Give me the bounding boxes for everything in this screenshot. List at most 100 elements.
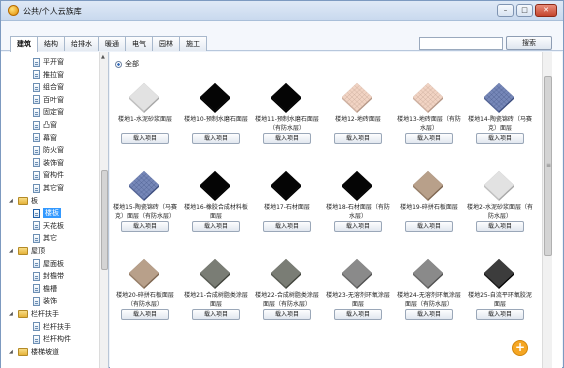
load-into-project-button[interactable]: 载入项目 <box>476 133 524 144</box>
load-into-project-button[interactable]: 载入项目 <box>405 133 453 144</box>
tree-folder[interactable]: ◢ 板 <box>9 195 38 207</box>
family-card[interactable]: 楼地24-无溶剂环氧涂层面层（有防水层） 载入项目 <box>396 250 462 328</box>
tree-item[interactable]: 平开窗 <box>33 56 64 68</box>
tree-item[interactable]: 推拉窗 <box>33 69 64 81</box>
tree-item[interactable]: 其它 <box>33 232 57 244</box>
floor-preview-icon <box>198 80 232 114</box>
tree-item[interactable]: 楼板 <box>33 207 61 219</box>
minimize-button[interactable]: – <box>497 4 514 17</box>
expand-arrow-icon[interactable]: ◢ <box>9 311 16 317</box>
tree-item[interactable]: 防火窗 <box>33 144 64 156</box>
tree-scroll-thumb[interactable] <box>101 170 108 270</box>
family-card[interactable]: 楼地16-橡胶合成材料板面层 载入项目 <box>183 162 249 240</box>
load-into-project-button[interactable]: 载入项目 <box>476 309 524 320</box>
tree-item[interactable]: 栏杆构件 <box>33 333 71 345</box>
load-into-project-button[interactable]: 载入项目 <box>192 221 240 232</box>
family-card[interactable]: 楼地13-地砖面层（有防水层） 载入项目 <box>396 74 462 152</box>
load-into-project-button[interactable]: 载入项目 <box>121 309 169 320</box>
load-into-project-button[interactable]: 载入项目 <box>263 221 311 232</box>
family-file-icon <box>33 183 40 193</box>
tree-item[interactable]: 百叶窗 <box>33 94 64 106</box>
family-card[interactable]: 楼地19-碎拼石板面层 载入项目 <box>396 162 462 240</box>
tab-4[interactable]: 电气 <box>126 36 153 51</box>
expand-arrow-icon[interactable]: ◢ <box>9 248 16 254</box>
tree-label: 楼梯坡道 <box>31 347 59 356</box>
floor-preview-icon <box>482 168 516 202</box>
tab-2[interactable]: 给排水 <box>65 36 99 51</box>
tree-item[interactable]: 其它窗 <box>33 182 64 194</box>
gallery-scrollbar[interactable]: ≡ <box>542 52 552 368</box>
scroll-up-icon[interactable]: ▲ <box>101 54 105 60</box>
load-into-project-button[interactable]: 载入项目 <box>476 221 524 232</box>
tree-label: 推拉窗 <box>43 70 64 79</box>
family-card[interactable]: 楼地2-水泥砂浆面层（有防水层） 载入项目 <box>467 162 533 240</box>
load-into-project-button[interactable]: 载入项目 <box>405 221 453 232</box>
filter-all[interactable]: 全部 <box>115 59 139 69</box>
family-card[interactable]: 楼地15-陶瓷锦砖（马赛克）面层（有防水层） 载入项目 <box>112 162 178 240</box>
family-card[interactable]: 楼地1-水泥砂浆面层 载入项目 <box>112 74 178 152</box>
tree-label: 平开窗 <box>43 58 64 66</box>
load-into-project-button[interactable]: 载入项目 <box>263 133 311 144</box>
tab-1[interactable]: 结构 <box>38 36 65 51</box>
tree-item[interactable]: 屋面板 <box>33 258 64 270</box>
load-into-project-button[interactable]: 载入项目 <box>192 309 240 320</box>
family-card[interactable]: 楼地10-预制水磨石面层 载入项目 <box>183 74 249 152</box>
family-name: 楼地11-预制水磨石面层（有防水层） <box>255 116 319 132</box>
family-name: 楼地15-陶瓷锦砖（马赛克）面层（有防水层） <box>113 204 177 220</box>
family-card[interactable]: 楼地18-石材面层（有防水层） 载入项目 <box>325 162 391 240</box>
radio-icon[interactable] <box>115 60 122 68</box>
search-button[interactable]: 搜索 <box>506 36 552 50</box>
tree-item[interactable]: 窗构件 <box>33 169 64 181</box>
tree-label: 其它 <box>43 234 57 243</box>
tab-0[interactable]: 建筑 <box>10 36 38 52</box>
load-into-project-button[interactable]: 载入项目 <box>334 309 382 320</box>
tree-folder[interactable]: ◢ 屋顶 <box>9 245 45 257</box>
family-card[interactable]: 楼地14-陶瓷锦砖（马赛克）面层 载入项目 <box>467 74 533 152</box>
family-card[interactable]: 楼地11-预制水磨石面层（有防水层） 载入项目 <box>254 74 320 152</box>
expand-arrow-icon[interactable]: ◢ <box>9 349 16 355</box>
floor-slab-svg <box>483 258 515 289</box>
tree-item[interactable]: 装饰 <box>33 295 57 307</box>
family-file-icon <box>33 120 40 130</box>
floor-slab-svg <box>341 82 373 113</box>
tree-item[interactable]: 装饰窗 <box>33 157 64 169</box>
family-card[interactable]: 楼地20-碎拼石板面层（有防水层） 载入项目 <box>112 250 178 328</box>
family-card[interactable]: 楼地25-自流平环氧胶泥面层 载入项目 <box>467 250 533 328</box>
family-name: 楼地25-自流平环氧胶泥面层 <box>468 292 532 308</box>
family-name: 楼地20-碎拼石板面层（有防水层） <box>116 292 174 308</box>
load-into-project-button[interactable]: 载入项目 <box>334 221 382 232</box>
tree-item[interactable]: 组合窗 <box>33 81 64 93</box>
load-into-project-button[interactable]: 载入项目 <box>121 221 169 232</box>
family-card[interactable]: 楼地12-地砖面层 载入项目 <box>325 74 391 152</box>
add-button[interactable]: + <box>512 340 528 356</box>
category-tabs: 建筑 结构 给排水 暖通 电气 园林 施工 <box>10 36 207 52</box>
search-input[interactable] <box>419 37 503 50</box>
tab-5[interactable]: 园林 <box>153 36 180 51</box>
family-card[interactable]: 楼地22-合成树脂类涂层面层（有防水层） 载入项目 <box>254 250 320 328</box>
tree-item[interactable]: 幕窗 <box>33 132 57 144</box>
family-card[interactable]: 楼地23-无溶剂环氧涂层面层 载入项目 <box>325 250 391 328</box>
tree-item[interactable]: 栏杆扶手 <box>33 321 71 333</box>
tree-scrollbar[interactable]: ▲ <box>99 52 108 368</box>
load-into-project-button[interactable]: 载入项目 <box>192 133 240 144</box>
load-into-project-button[interactable]: 载入项目 <box>121 133 169 144</box>
tree-item[interactable]: 天花板 <box>33 220 64 232</box>
family-card[interactable]: 楼地21-合成树脂类涂层面层 载入项目 <box>183 250 249 328</box>
maximize-button[interactable]: □ <box>516 4 533 17</box>
load-into-project-button[interactable]: 载入项目 <box>334 133 382 144</box>
close-button[interactable]: ✕ <box>535 4 557 17</box>
tab-3[interactable]: 暖通 <box>99 36 126 51</box>
slab-top-face <box>412 170 444 200</box>
tree-item[interactable]: 凸窗 <box>33 119 57 131</box>
tree-item[interactable]: 固定窗 <box>33 106 64 118</box>
family-card[interactable]: 楼地17-石材面层 载入项目 <box>254 162 320 240</box>
tree-item[interactable]: 封檐带 <box>33 270 64 282</box>
tab-6[interactable]: 施工 <box>180 36 207 51</box>
load-into-project-button[interactable]: 载入项目 <box>405 309 453 320</box>
tree-item[interactable]: 檐槽 <box>33 283 57 295</box>
tree-folder[interactable]: ◢ 楼梯坡道 <box>9 346 59 358</box>
slab-top-face <box>412 258 444 288</box>
expand-arrow-icon[interactable]: ◢ <box>9 198 16 204</box>
tree-folder[interactable]: ◢ 栏杆扶手 <box>9 308 59 320</box>
load-into-project-button[interactable]: 载入项目 <box>263 309 311 320</box>
